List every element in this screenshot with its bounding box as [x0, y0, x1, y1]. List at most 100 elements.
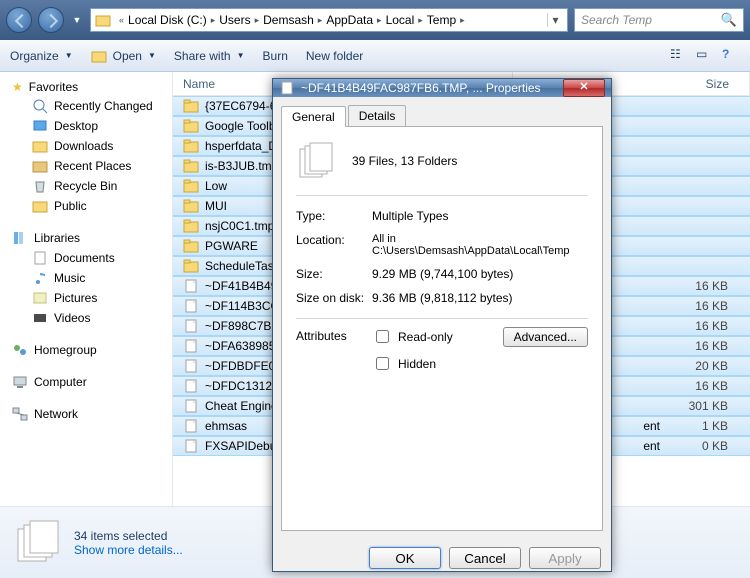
burn-button[interactable]: Burn	[263, 49, 288, 63]
file-size: 1 KB	[670, 419, 750, 433]
downloads-icon	[32, 138, 48, 154]
folder-icon	[183, 118, 199, 134]
file-icon	[279, 80, 295, 96]
pictures-icon	[32, 290, 48, 306]
dialog-titlebar[interactable]: ~DF41B4B49FAC987FB6.TMP, ... Properties …	[273, 79, 611, 97]
libraries-icon	[12, 230, 28, 246]
forward-button[interactable]	[38, 7, 64, 33]
dialog-title: ~DF41B4B49FAC987FB6.TMP, ... Properties	[301, 81, 541, 95]
sidebar-item-videos[interactable]: Videos	[0, 308, 172, 328]
homegroup-icon	[12, 342, 28, 358]
file-size: 16 KB	[670, 379, 750, 393]
network-icon	[12, 406, 28, 422]
close-button[interactable]: ✕	[563, 79, 605, 97]
view-options-icon[interactable]: ☷	[670, 47, 688, 65]
file-icon	[183, 278, 199, 294]
network-header[interactable]: Network	[0, 404, 172, 424]
window-titlebar: ▼ « Local Disk (C:) ▸ Users ▸ Demsash ▸ …	[0, 0, 750, 40]
breadcrumb-overflow[interactable]: «	[115, 15, 128, 25]
file-size: 0 KB	[670, 439, 750, 453]
show-more-details-link[interactable]: Show more details...	[74, 543, 183, 557]
desktop-icon	[32, 118, 48, 134]
folder-icon	[183, 138, 199, 154]
computer-icon	[12, 374, 28, 390]
breadcrumb-item[interactable]: Temp	[427, 13, 456, 27]
size-on-disk-label: Size on disk:	[296, 291, 372, 305]
type-value: Multiple Types	[372, 209, 588, 223]
sidebar-item-recent-places[interactable]: Recent Places	[0, 156, 172, 176]
hidden-checkbox[interactable]	[376, 357, 389, 370]
libraries-header[interactable]: Libraries	[0, 228, 172, 248]
file-count-summary: 39 Files, 13 Folders	[352, 154, 457, 168]
file-icon	[183, 378, 199, 394]
folder-icon	[95, 12, 111, 28]
favorites-header[interactable]: ★ Favorites	[0, 78, 172, 96]
sidebar-item-downloads[interactable]: Downloads	[0, 136, 172, 156]
type-label: Type:	[296, 209, 372, 223]
sidebar-item-recycle-bin[interactable]: Recycle Bin	[0, 176, 172, 196]
multi-file-icon	[296, 141, 336, 181]
breadcrumb[interactable]: « Local Disk (C:) ▸ Users ▸ Demsash ▸ Ap…	[90, 8, 568, 32]
homegroup-header[interactable]: Homegroup	[0, 340, 172, 360]
readonly-label: Read-only	[398, 330, 453, 344]
share-button[interactable]: Share with▼	[174, 49, 245, 63]
help-icon[interactable]: ?	[722, 47, 740, 65]
tab-details[interactable]: Details	[348, 105, 407, 126]
star-icon: ★	[12, 80, 23, 94]
file-size: 20 KB	[670, 359, 750, 373]
file-icon	[183, 418, 199, 434]
folder-icon	[183, 198, 199, 214]
multi-file-icon	[12, 519, 60, 567]
file-size: 301 KB	[670, 399, 750, 413]
breadcrumb-item[interactable]: Local	[386, 13, 415, 27]
location-label: Location:	[296, 233, 372, 257]
preview-pane-icon[interactable]: ▭	[696, 47, 714, 65]
file-size: 16 KB	[670, 279, 750, 293]
nav-history-dropdown[interactable]: ▼	[70, 15, 84, 25]
cancel-button[interactable]: Cancel	[449, 547, 521, 569]
open-folder-icon	[91, 48, 107, 64]
public-folder-icon	[32, 198, 48, 214]
sidebar-item-music[interactable]: Music	[0, 268, 172, 288]
folder-icon	[183, 258, 199, 274]
ok-button[interactable]: OK	[369, 547, 441, 569]
folder-icon	[183, 158, 199, 174]
folder-icon	[183, 218, 199, 234]
advanced-button[interactable]: Advanced...	[503, 327, 588, 347]
selection-count: 34 items selected	[74, 529, 183, 543]
file-icon	[183, 338, 199, 354]
organize-button[interactable]: Organize▼	[10, 49, 73, 63]
location-value: All in C:\Users\Demsash\AppData\Local\Te…	[372, 233, 588, 257]
tab-general[interactable]: General	[281, 106, 346, 127]
file-icon	[183, 398, 199, 414]
file-icon	[183, 358, 199, 374]
attributes-label: Attributes	[296, 327, 372, 343]
sidebar-item-recently-changed[interactable]: Recently Changed	[0, 96, 172, 116]
properties-dialog: ~DF41B4B49FAC987FB6.TMP, ... Properties …	[272, 78, 612, 572]
sidebar-item-public[interactable]: Public	[0, 196, 172, 216]
music-icon	[32, 270, 48, 286]
documents-icon	[32, 250, 48, 266]
breadcrumb-item[interactable]: Users	[219, 13, 250, 27]
computer-header[interactable]: Computer	[0, 372, 172, 392]
videos-icon	[32, 310, 48, 326]
search-icon[interactable]: 🔍	[721, 12, 737, 28]
size-label: Size:	[296, 267, 372, 281]
folder-icon	[183, 238, 199, 254]
breadcrumb-item[interactable]: Local Disk (C:)	[128, 13, 207, 27]
apply-button[interactable]: Apply	[529, 547, 601, 569]
breadcrumb-item[interactable]: Demsash	[263, 13, 314, 27]
sidebar-item-documents[interactable]: Documents	[0, 248, 172, 268]
breadcrumb-item[interactable]: AppData	[326, 13, 373, 27]
open-button[interactable]: Open▼	[91, 48, 156, 64]
back-button[interactable]	[6, 7, 32, 33]
size-on-disk-value: 9.36 MB (9,818,112 bytes)	[372, 291, 588, 305]
file-size: 16 KB	[670, 339, 750, 353]
sidebar-item-desktop[interactable]: Desktop	[0, 116, 172, 136]
new-folder-button[interactable]: New folder	[306, 49, 363, 63]
hidden-label: Hidden	[398, 357, 436, 371]
search-input[interactable]: Search Temp 🔍	[574, 8, 744, 32]
breadcrumb-dropdown[interactable]: ▾	[547, 13, 563, 27]
readonly-checkbox[interactable]	[376, 330, 389, 343]
sidebar-item-pictures[interactable]: Pictures	[0, 288, 172, 308]
